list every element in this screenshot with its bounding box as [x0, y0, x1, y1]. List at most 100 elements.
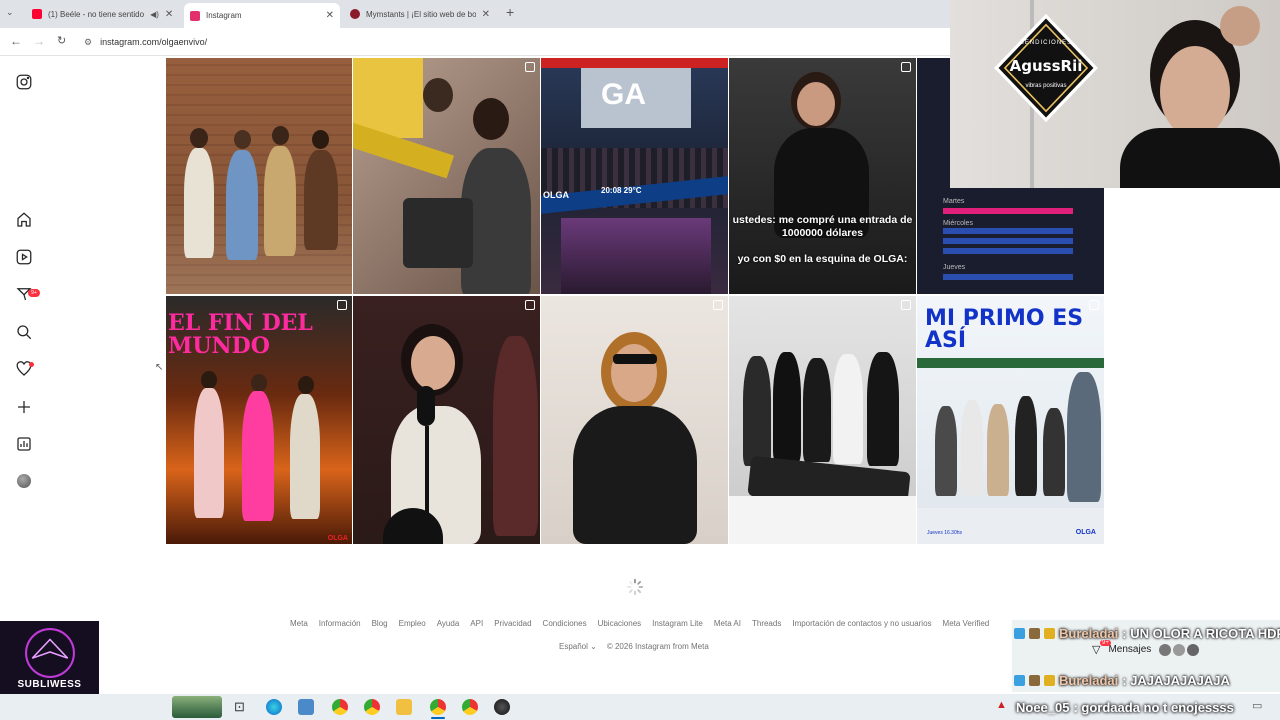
footer-link[interactable]: Empleo — [399, 619, 426, 628]
youtube-icon — [32, 9, 42, 19]
logo-top-text: BENDICIONES — [1019, 40, 1073, 46]
app-icon[interactable] — [298, 699, 314, 715]
home-icon[interactable] — [14, 210, 34, 230]
myinstants-icon — [350, 9, 360, 19]
badge-icon — [1044, 627, 1055, 639]
reel-icon — [901, 300, 911, 310]
create-plus-icon[interactable] — [14, 397, 34, 417]
footer-link[interactable]: Condiciones — [543, 619, 587, 628]
logo-name: AgussRii — [1009, 57, 1083, 75]
grid-post[interactable]: ustedes: me compré una entrada de 100000… — [729, 58, 916, 294]
chat-text: : gordaada no t enojessss — [1073, 699, 1234, 715]
footer-link[interactable]: Meta AI — [714, 619, 741, 628]
footer-link[interactable]: API — [470, 619, 483, 628]
notification-badge: 9+ — [28, 289, 40, 297]
reels-icon[interactable] — [14, 247, 34, 267]
chrome-icon[interactable] — [364, 699, 380, 715]
search-icon[interactable] — [14, 322, 34, 342]
message-avatars — [1159, 643, 1200, 656]
speaker-icon[interactable]: ◀) — [150, 10, 159, 19]
tab-instagram[interactable]: Instagram ✕ — [184, 3, 340, 28]
reel-icon — [337, 300, 347, 310]
building-sign: GA — [601, 78, 646, 111]
alert-icon[interactable]: ▲ — [996, 699, 1007, 711]
tab-label: Instagram — [206, 11, 242, 20]
instagram-logo-icon[interactable] — [14, 72, 34, 92]
ticker-text: OLGA — [543, 190, 569, 200]
activity-dot — [29, 362, 34, 367]
grid-post[interactable] — [166, 58, 352, 294]
close-icon[interactable]: ✕ — [165, 9, 173, 20]
chat-message: Bureladai : JAJAJAJAJAJA — [1014, 669, 1230, 691]
grid-post[interactable]: EL FIN DEL MUNDO OLGA — [166, 296, 352, 544]
logo-bottom-text: vibras positivas — [1025, 83, 1067, 89]
edge-icon[interactable] — [266, 699, 282, 715]
chat-message: Noee_05 : gordaada no t enojessss — [1016, 697, 1234, 717]
schedule-day: Miércoles — [943, 220, 973, 227]
active-indicator — [431, 717, 445, 719]
new-tab-plus-icon[interactable]: + — [506, 4, 514, 20]
tab-myinstants[interactable]: Mymstants | ¡El sitio web de bo ✕ — [344, 3, 496, 25]
instagram-icon — [190, 10, 200, 21]
badge-icon — [1029, 674, 1040, 686]
chevron-down-icon: ⌄ — [590, 642, 597, 651]
widget-landscape-icon[interactable] — [172, 696, 222, 718]
grid-post[interactable] — [541, 296, 728, 544]
dashboard-icon[interactable] — [14, 434, 34, 454]
footer-link[interactable]: Información — [319, 619, 361, 628]
footer-link[interactable]: Meta Verified — [943, 619, 990, 628]
profile-avatar[interactable] — [14, 471, 34, 491]
tab-youtube[interactable]: (1) Beéle - no tiene sentido ◀) ✕ — [26, 3, 178, 25]
footer-link[interactable]: Ubicaciones — [598, 619, 642, 628]
url-field[interactable]: ⚙ instagram.com/olgaenvivo/ — [84, 33, 207, 51]
footer-link[interactable]: Meta — [290, 619, 308, 628]
footer-link[interactable]: Privacidad — [494, 619, 531, 628]
reel-icon — [525, 300, 535, 310]
post-caption: EL FIN DEL MUNDO — [168, 310, 313, 360]
task-view-icon[interactable]: ⊡ — [234, 699, 245, 715]
tab-label: (1) Beéle - no tiene sentido — [48, 9, 145, 19]
footer-link[interactable]: Threads — [752, 619, 781, 628]
messenger-icon: ▽ — [1092, 644, 1101, 656]
ticker-clock: 20:08 29°C — [601, 186, 642, 195]
footer-link[interactable]: Instagram Lite — [652, 619, 703, 628]
grid-post[interactable] — [729, 296, 916, 544]
post-caption: MI PRIMO ES ASÍ — [925, 306, 1084, 353]
grid-post[interactable] — [353, 58, 540, 294]
chrome-icon[interactable] — [332, 699, 348, 715]
folder-icon[interactable] — [396, 699, 412, 715]
badge-icon — [1014, 674, 1025, 686]
notifications-icon[interactable]: ▭ — [1252, 699, 1262, 712]
chat-message: Bureladai : UN OLOR A RICOTA HDP — [1014, 622, 1280, 644]
schedule-day: Martes — [943, 198, 965, 205]
site-info-icon[interactable]: ⚙ — [84, 37, 92, 48]
grid-post[interactable]: MI PRIMO ES ASÍ OLGA Jueves 16.30hs — [917, 296, 1104, 544]
grid-post[interactable] — [353, 296, 540, 544]
schedule-day: Jueves — [943, 264, 966, 271]
avatar — [17, 474, 31, 488]
close-icon[interactable]: ✕ — [482, 9, 490, 20]
back-arrow-icon[interactable]: ← — [10, 34, 22, 48]
obs-icon[interactable] — [494, 699, 510, 715]
loading-spinner-icon — [626, 578, 644, 596]
language-select[interactable]: Español ⌄ — [559, 642, 597, 651]
chat-username: Bureladai — [1059, 625, 1119, 641]
tab-label: Mymstants | ¡El sitio web de bo — [366, 9, 476, 19]
chat-text: : JAJAJAJAJAJA — [1122, 672, 1230, 688]
tab-list-chevron-icon[interactable]: ⌄ — [6, 7, 14, 18]
brand-tag: OLGA — [327, 535, 348, 542]
date-tag: Jueves 16.30hs — [927, 530, 963, 536]
footer-link[interactable]: Importación de contactos y no usuarios — [792, 619, 931, 628]
footer-link[interactable]: Ayuda — [437, 619, 460, 628]
grid-post[interactable]: GA OLGA 20:08 29°C — [541, 58, 728, 294]
footer-bottom: Español ⌄ © 2026 Instagram from Meta — [559, 642, 709, 651]
footer-link[interactable]: Blog — [372, 619, 388, 628]
chrome-icon[interactable] — [430, 699, 446, 715]
chrome-icon[interactable] — [462, 699, 478, 715]
forward-arrow-icon[interactable]: → — [33, 34, 45, 48]
reload-icon[interactable]: ↻ — [57, 34, 66, 47]
close-icon[interactable]: ✕ — [326, 10, 334, 21]
url-text: instagram.com/olgaenvivo/ — [100, 37, 208, 47]
reel-icon — [713, 300, 723, 310]
brand-tag: OLGA — [1075, 529, 1096, 536]
